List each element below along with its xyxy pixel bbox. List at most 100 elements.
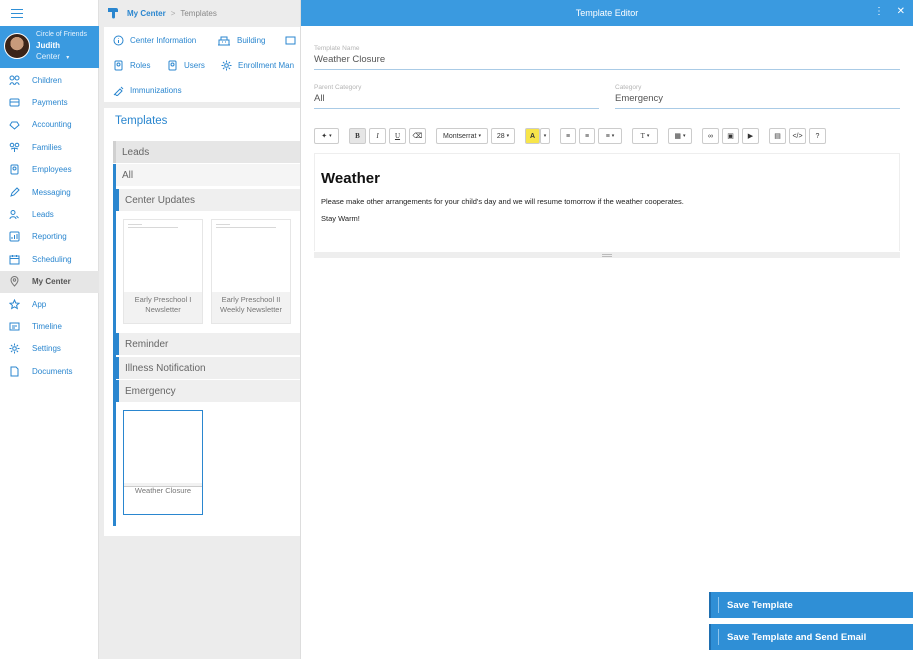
font-family-select[interactable]: Montserrat ▾ bbox=[436, 128, 488, 144]
sidebar-item-scheduling[interactable]: Scheduling bbox=[0, 248, 99, 270]
sidebar-item-reporting[interactable]: Reporting bbox=[0, 226, 99, 248]
subgroup-emergency[interactable]: Emergency bbox=[116, 380, 300, 402]
parent-category-label: Parent Category bbox=[314, 84, 362, 91]
sidebar-item-label: Children bbox=[32, 75, 62, 85]
sidebar-item-leads[interactable]: Leads bbox=[0, 203, 99, 225]
parent-category-field[interactable]: Parent Category All bbox=[314, 84, 599, 109]
bullet-list-button[interactable]: ≡ bbox=[560, 128, 576, 144]
font-family-value: Montserrat bbox=[443, 132, 477, 140]
sidebar-item-label: Employees bbox=[32, 165, 72, 175]
close-icon[interactable]: ✕ bbox=[897, 7, 905, 17]
editor-header: Template Editor ⋮ ✕ bbox=[301, 0, 913, 26]
template-card-early-preschool-2[interactable]: Early Preschool II Weekly Newsletter bbox=[211, 219, 291, 324]
save-and-send-button[interactable]: Save Template and Send Email bbox=[709, 624, 913, 650]
breadcrumb-my-center[interactable]: My Center bbox=[127, 9, 166, 18]
link-icon: ∞ bbox=[708, 132, 713, 140]
sidebar-item-label: Families bbox=[32, 142, 62, 152]
sidebar-item-label: Scheduling bbox=[32, 254, 72, 264]
children-icon bbox=[9, 75, 20, 86]
numbered-list-icon: ≡ bbox=[584, 132, 590, 140]
syringe-icon bbox=[113, 85, 124, 96]
template-card-label: Weather Closure bbox=[124, 483, 202, 495]
info-icon bbox=[113, 35, 124, 46]
center-information-link[interactable]: Center Information bbox=[113, 35, 196, 46]
scheduling-icon bbox=[9, 254, 20, 265]
avatar bbox=[4, 33, 30, 59]
eraser-button[interactable]: ⌫ bbox=[409, 128, 426, 144]
category-field[interactable]: Category Emergency bbox=[615, 84, 900, 109]
magic-style-button[interactable]: ✦ ▾ bbox=[314, 128, 339, 144]
reporting-icon bbox=[9, 231, 20, 242]
template-card-weather-closure[interactable]: Weather Closure bbox=[123, 410, 203, 515]
gear-icon bbox=[9, 343, 20, 354]
category-rail bbox=[113, 186, 116, 526]
image-button[interactable]: ▣ bbox=[722, 128, 739, 144]
subgroup-center-updates[interactable]: Center Updates bbox=[116, 189, 300, 211]
sidebar-item-settings[interactable]: Settings bbox=[0, 338, 99, 360]
sidebar-item-app[interactable]: App bbox=[0, 293, 99, 315]
sidebar-item-messaging[interactable]: Messaging bbox=[0, 181, 99, 203]
align-select[interactable]: ≡ ▾ bbox=[598, 128, 622, 144]
users-link[interactable]: Users bbox=[167, 60, 205, 71]
highlight-color-button[interactable]: A bbox=[525, 128, 540, 144]
template-name-input[interactable]: Weather Closure bbox=[314, 54, 900, 70]
roles-link[interactable]: Roles bbox=[113, 60, 150, 71]
save-template-button[interactable]: Save Template bbox=[709, 592, 913, 618]
text-style-select[interactable]: T ▾ bbox=[632, 128, 658, 144]
bold-button[interactable]: B bbox=[349, 128, 366, 144]
code-view-button[interactable]: </> bbox=[789, 128, 806, 144]
group-leads[interactable]: Leads bbox=[113, 141, 300, 163]
more-options-icon[interactable]: ⋮ bbox=[874, 7, 884, 17]
editor-resize-handle[interactable] bbox=[314, 252, 900, 258]
sidebar-item-label: Reporting bbox=[32, 232, 67, 242]
sidebar-item-accounting[interactable]: Accounting bbox=[0, 114, 99, 136]
sidebar-nav: Children Payments Accounting Families Em… bbox=[0, 69, 99, 382]
document-button[interactable]: ▤ bbox=[769, 128, 786, 144]
content-paragraph: Stay Warm! bbox=[321, 214, 360, 223]
magic-wand-icon: ✦ bbox=[321, 133, 328, 140]
sidebar-item-label: My Center bbox=[32, 277, 71, 287]
numbered-list-button[interactable]: ≡ bbox=[579, 128, 595, 144]
subgroup-reminder[interactable]: Reminder bbox=[116, 333, 300, 355]
building-link[interactable]: Building bbox=[217, 35, 265, 46]
parent-category-select[interactable]: All bbox=[314, 93, 599, 109]
document-icon bbox=[9, 366, 20, 377]
sidebar-item-families[interactable]: Families bbox=[0, 136, 99, 158]
user-profile[interactable]: Circle of Friends Judith Center ▾ bbox=[0, 26, 99, 68]
template-card-label: Early Preschool I Newsletter bbox=[124, 292, 202, 323]
sidebar-item-employees[interactable]: Employees bbox=[0, 159, 99, 181]
sidebar-item-documents[interactable]: Documents bbox=[0, 360, 99, 382]
menu-icon[interactable] bbox=[11, 8, 23, 18]
group-all[interactable]: All bbox=[113, 164, 300, 186]
video-button[interactable]: ▶ bbox=[742, 128, 759, 144]
sidebar-item-children[interactable]: Children bbox=[0, 69, 99, 91]
font-size-select[interactable]: 28 ▾ bbox=[491, 128, 515, 144]
building-label: Building bbox=[237, 36, 266, 45]
subgroup-illness-notification[interactable]: Illness Notification bbox=[116, 357, 300, 379]
help-button[interactable]: ? bbox=[809, 128, 826, 144]
sidebar-item-label: Documents bbox=[32, 366, 73, 376]
template-card-early-preschool-1[interactable]: Early Preschool I Newsletter bbox=[123, 219, 203, 324]
sidebar-item-label: Settings bbox=[32, 344, 61, 354]
content-paragraph: Please make other arrangements for your … bbox=[321, 197, 684, 206]
immunizations-label: Immunizations bbox=[130, 86, 182, 95]
profile-role[interactable]: Center ▾ bbox=[36, 52, 69, 61]
text-style-icon: T bbox=[640, 132, 645, 140]
sidebar-item-timeline[interactable]: Timeline bbox=[0, 315, 99, 337]
sidebar-item-payments[interactable]: Payments bbox=[0, 91, 99, 113]
category-select[interactable]: Emergency bbox=[615, 93, 900, 109]
sidebar-item-my-center[interactable]: My Center bbox=[0, 270, 99, 293]
breadcrumb-templates: Templates bbox=[180, 8, 217, 18]
enrollment-link[interactable]: Enrollment Man bbox=[221, 60, 294, 71]
editor-content[interactable]: Weather Please make other arrangements f… bbox=[314, 153, 900, 251]
template-name-field[interactable]: Template Name Weather Closure bbox=[314, 45, 900, 70]
template-thumbnail bbox=[124, 411, 202, 483]
immunizations-link[interactable]: Immunizations bbox=[113, 85, 182, 96]
italic-button[interactable]: I bbox=[369, 128, 386, 144]
families-icon bbox=[9, 142, 20, 153]
highlight-color-dropdown[interactable]: ▾ bbox=[540, 128, 550, 144]
table-select[interactable]: ▦ ▾ bbox=[668, 128, 692, 144]
breadcrumb-separator: > bbox=[170, 8, 176, 18]
underline-button[interactable]: U bbox=[389, 128, 406, 144]
link-button[interactable]: ∞ bbox=[702, 128, 719, 144]
